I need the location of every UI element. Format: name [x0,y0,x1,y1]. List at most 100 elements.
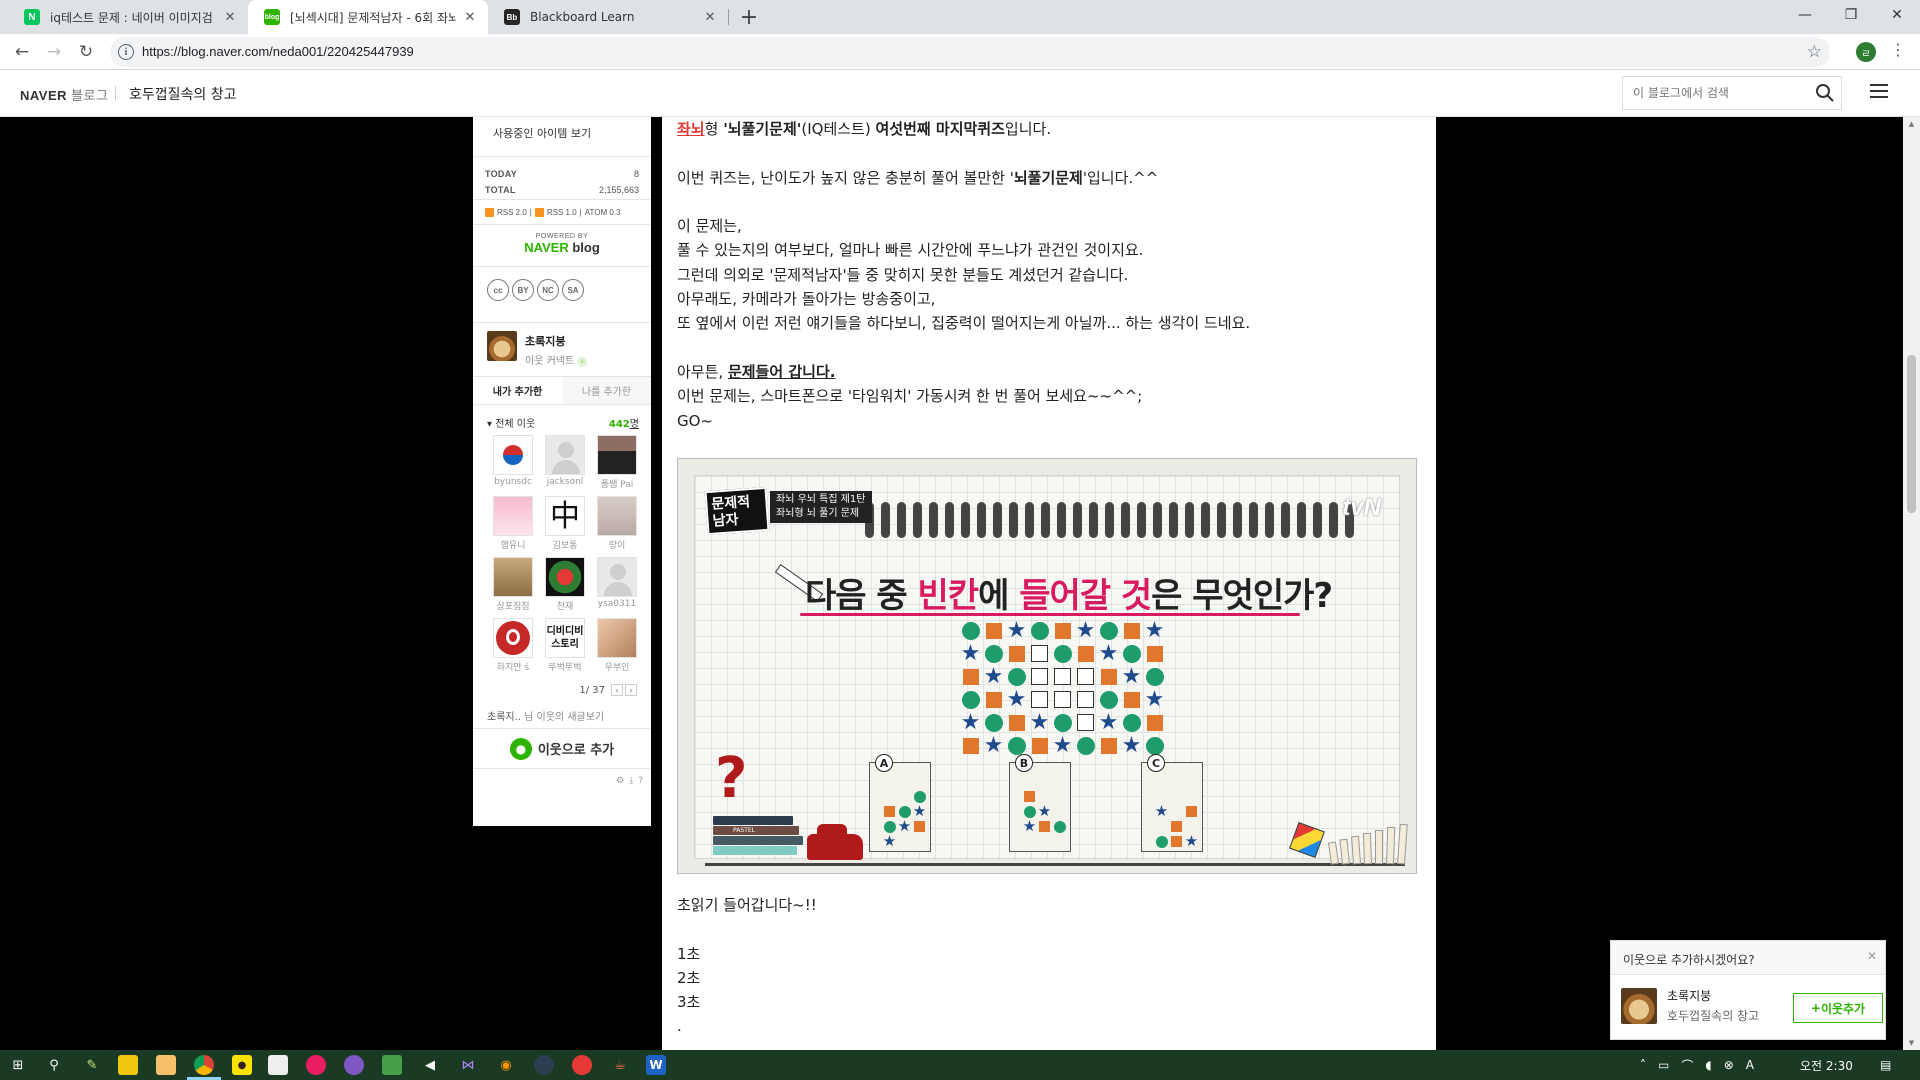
volume-icon[interactable]: ◖ [1705,1058,1711,1072]
profile-avatar-icon[interactable]: ㄹ [1856,42,1876,62]
close-window-icon[interactable]: ✕ [1874,0,1920,30]
browser-tab-blog[interactable]: blog [뇌섹시대] 문제적남자 - 6회 좌뇌 ✕ [248,0,488,34]
rss2-link[interactable]: RSS 2.0 [497,208,527,217]
sticky-notes-icon[interactable] [118,1055,138,1075]
scroll-up-icon[interactable]: ▲ [1907,120,1916,128]
settings-gear-icon[interactable]: ⚙ [616,776,624,786]
network-icon[interactable]: ⊗ [1724,1058,1734,1072]
notebook-ring [961,502,970,538]
naver-brand: NAVER [524,240,569,255]
new-tab-plus-icon[interactable]: + [736,4,762,30]
blank-box-symbol [1051,688,1074,711]
back-arrow-icon[interactable]: ← [10,40,34,64]
neighbor-item[interactable]: 中 김보통 [539,496,591,553]
close-tab-icon[interactable]: ✕ [702,9,718,25]
restore-window-icon[interactable]: ❐ [1828,0,1874,30]
quiz-image[interactable]: tvN 다음 중 빈칸에 들어갈 것은 무엇인가? ★ ★ ★ ★ ★ ★ ★ ★ ★ ★ ★ ★ ★ ★… [677,458,1417,874]
neighbor-item[interactable]: 우부인 [591,618,643,675]
creative-commons-license[interactable]: cc BY NC SA [473,267,651,323]
neighbor-item[interactable]: jacksonl [539,435,591,492]
scroll-down-icon[interactable]: ▼ [1907,1039,1916,1047]
github-icon[interactable] [534,1055,554,1075]
menu-hamburger-icon[interactable] [1870,84,1888,100]
help-icon[interactable]: ? [638,776,643,786]
search-icon[interactable]: ⚲ [44,1055,64,1075]
forward-arrow-icon[interactable]: → [42,40,66,64]
neighbors-filter[interactable]: ▾ 전체 이웃 [487,415,535,435]
purple-app-icon[interactable] [344,1055,364,1075]
popup-avatar[interactable] [1621,987,1657,1024]
popup-owner-name[interactable]: 초록지붕 [1667,987,1759,1004]
page-scrollbar[interactable]: ▲ ▼ [1903,117,1920,1050]
neighbor-item[interactable]: 햄유니 [487,496,539,553]
post-line-difficulty: 이번 퀴즈는, 난이도가 높지 않은 충분히 풀어 볼만한 '뇌풀기문제'입니다… [677,166,1417,190]
naver-blog-logo[interactable]: NAVER 블로그 [20,85,108,104]
red-app-icon[interactable] [572,1055,592,1075]
tray-expand-icon[interactable]: ˄ [1640,1058,1646,1072]
neighbor-item[interactable]: 상포짐짐 [487,557,539,614]
neighbor-item[interactable]: 디비디비 스토리 뚜벅뚜벅 [539,618,591,675]
powered-by-naver-blog[interactable]: POWERED BY NAVER blog [473,225,651,267]
browser-menu-icon[interactable]: ⋮ [1890,40,1906,59]
reload-icon[interactable]: ↻ [74,40,98,64]
blank-box-symbol [1028,688,1051,711]
popup-add-neighbor-button[interactable]: + 이웃추가 [1793,993,1883,1023]
next-page-icon[interactable]: › [625,684,637,696]
calculator-icon[interactable] [268,1055,288,1075]
site-info-icon[interactable]: i [118,44,134,60]
tab-added-me[interactable]: 나를 추가한 [562,377,651,404]
word-icon[interactable]: W [646,1055,666,1075]
blender-icon[interactable]: ◉ [496,1055,516,1075]
neighbor-new-posts-link[interactable]: 초록지.. 님 이웃의 새글보기 [473,705,651,729]
sidebar-tools: ⚙ ⤓ ? [473,769,651,793]
neighbor-item[interactable]: 량이 [591,496,643,553]
neighbor-item[interactable]: byunsdc [487,435,539,492]
blog-title[interactable]: 호두껍질속의 창고 [129,84,237,104]
circle-symbol [1051,642,1074,665]
windows-start-icon[interactable]: ⊞ [8,1055,28,1075]
pen-app-icon[interactable]: ✎ [82,1055,102,1075]
browser-tab-blackboard[interactable]: Bb Blackboard Learn ✕ [488,0,728,34]
scrollbar-thumb[interactable] [1907,355,1916,513]
owner-avatar[interactable] [487,331,517,361]
add-neighbor-button[interactable]: ● 이웃으로 추가 [473,729,651,769]
square-symbol [1005,711,1028,734]
close-icon[interactable]: ✕ [1867,949,1877,963]
chrome-icon[interactable] [194,1055,214,1075]
url-text[interactable]: https://blog.naver.com/neda001/220425447… [142,44,414,59]
green-app-icon[interactable] [382,1055,402,1075]
ime-indicator[interactable]: A [1746,1058,1754,1072]
close-tab-icon[interactable]: ✕ [462,9,478,25]
atom-link[interactable]: ATOM 0.3 [585,208,621,217]
prev-page-icon[interactable]: ‹ [611,684,623,696]
neighbor-item[interactable]: 천재 [539,557,591,614]
java-icon[interactable]: ☕ [610,1055,630,1075]
battery-icon[interactable]: ▭ [1658,1058,1669,1072]
search-icon[interactable] [1815,83,1835,103]
neighbor-item[interactable]: 퐁쌤 Pai [591,435,643,492]
tab-added-by-me[interactable]: 내가 추가한 [473,377,562,404]
kakaotalk-icon[interactable]: ● [232,1055,252,1075]
notification-center-icon[interactable]: ▤ [1880,1050,1891,1080]
post-link-left-brain[interactable]: 좌뇌 [677,120,705,138]
neighbor-item[interactable]: ysa0311 [591,557,643,614]
view-items-link[interactable]: 사용중인 아이템 보기 [473,117,651,157]
browser-tab-iq[interactable]: N iq테스트 문제 : 네이버 이미지검 ✕ [8,0,248,34]
wifi-icon[interactable]: ⌒ [1681,1057,1693,1074]
visual-studio-icon[interactable]: ⋈ [458,1055,478,1075]
file-explorer-icon[interactable] [156,1055,176,1075]
notebook-ring [1249,502,1258,538]
download-icon[interactable]: ⤓ [629,776,633,786]
rss1-link[interactable]: RSS 1.0 [547,208,577,217]
address-bar[interactable]: i https://blog.naver.com/neda001/2204254… [110,37,1830,67]
owner-name[interactable]: 초록지붕 [525,333,587,349]
blog-search-input[interactable] [1623,77,1813,109]
neighbor-connect-link[interactable]: 이웃 커넥트 › [525,352,588,367]
speaker-app-icon[interactable]: ◀ [420,1055,440,1075]
bookmark-star-icon[interactable]: ☆ [1807,42,1822,62]
minimize-icon[interactable]: — [1782,0,1828,30]
close-tab-icon[interactable]: ✕ [222,9,238,25]
media-app-icon[interactable] [306,1055,326,1075]
clock[interactable]: 오전 2:30 [1800,1050,1853,1080]
neighbor-item[interactable]: 하지만 ś [487,618,539,675]
